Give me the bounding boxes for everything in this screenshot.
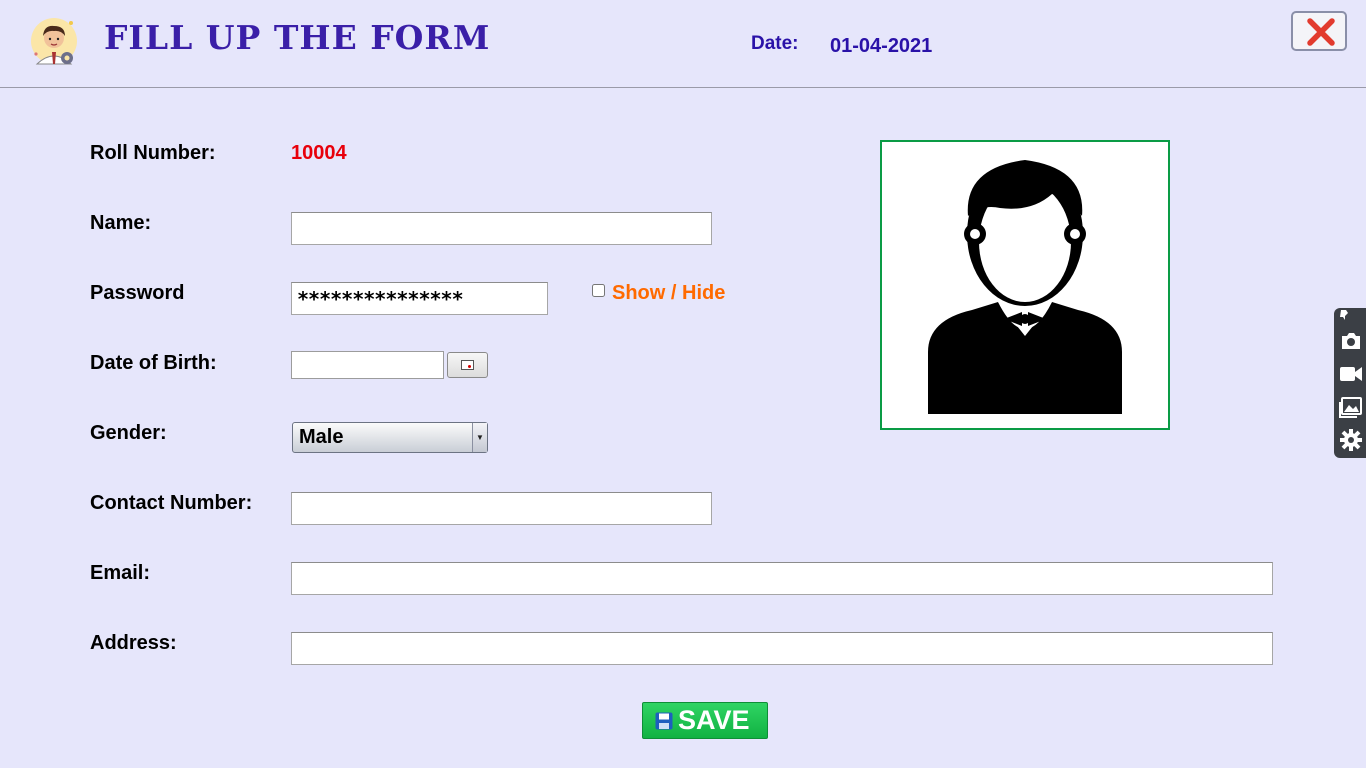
gallery-icon[interactable] bbox=[1339, 395, 1363, 419]
close-button[interactable] bbox=[1291, 11, 1347, 51]
roll-number-value: 10004 bbox=[291, 142, 347, 164]
save-button[interactable]: SAVE bbox=[642, 702, 768, 739]
email-label: Email: bbox=[90, 562, 151, 584]
gender-selected-value: Male bbox=[299, 426, 344, 448]
chevron-down-icon[interactable]: ▼ bbox=[472, 423, 487, 452]
contact-number-field[interactable] bbox=[291, 492, 712, 525]
date-of-birth-label: Date of Birth: bbox=[90, 352, 217, 374]
address-label: Address: bbox=[90, 632, 177, 654]
show-hide-label: Show / Hide bbox=[612, 282, 726, 304]
date-value: 01-04-2021 bbox=[830, 35, 933, 57]
camera-icon[interactable] bbox=[1339, 329, 1363, 353]
email-field[interactable] bbox=[291, 562, 1273, 595]
save-button-label: SAVE bbox=[678, 705, 750, 735]
contact-number-label: Contact Number: bbox=[90, 492, 253, 514]
pin-icon[interactable] bbox=[1339, 308, 1363, 322]
name-label: Name: bbox=[90, 212, 152, 234]
photo-box[interactable] bbox=[880, 140, 1170, 430]
password-field[interactable] bbox=[291, 282, 548, 315]
address-field[interactable] bbox=[291, 632, 1273, 665]
gear-icon[interactable] bbox=[1339, 428, 1363, 452]
header-bar: FILL UP THE FORM Date: 01-04-2021 bbox=[0, 0, 1366, 88]
show-hide-checkbox[interactable] bbox=[592, 284, 605, 297]
date-label: Date: bbox=[751, 33, 799, 54]
side-toolbar bbox=[1334, 308, 1366, 458]
floppy-disk-icon bbox=[655, 712, 673, 730]
close-icon bbox=[1307, 18, 1335, 46]
name-field[interactable] bbox=[291, 212, 712, 245]
password-label: Password bbox=[90, 282, 185, 304]
user-avatar-icon bbox=[928, 160, 1122, 414]
video-icon[interactable] bbox=[1339, 362, 1363, 386]
page-title: FILL UP THE FORM bbox=[104, 18, 491, 57]
user-settings-icon bbox=[28, 14, 82, 68]
gender-select[interactable]: Male ▼ bbox=[292, 422, 488, 453]
roll-number-label: Roll Number: bbox=[90, 142, 216, 164]
date-of-birth-field[interactable] bbox=[291, 351, 444, 379]
calendar-icon bbox=[461, 360, 474, 370]
gender-label: Gender: bbox=[90, 422, 167, 444]
calendar-button[interactable] bbox=[447, 352, 488, 378]
